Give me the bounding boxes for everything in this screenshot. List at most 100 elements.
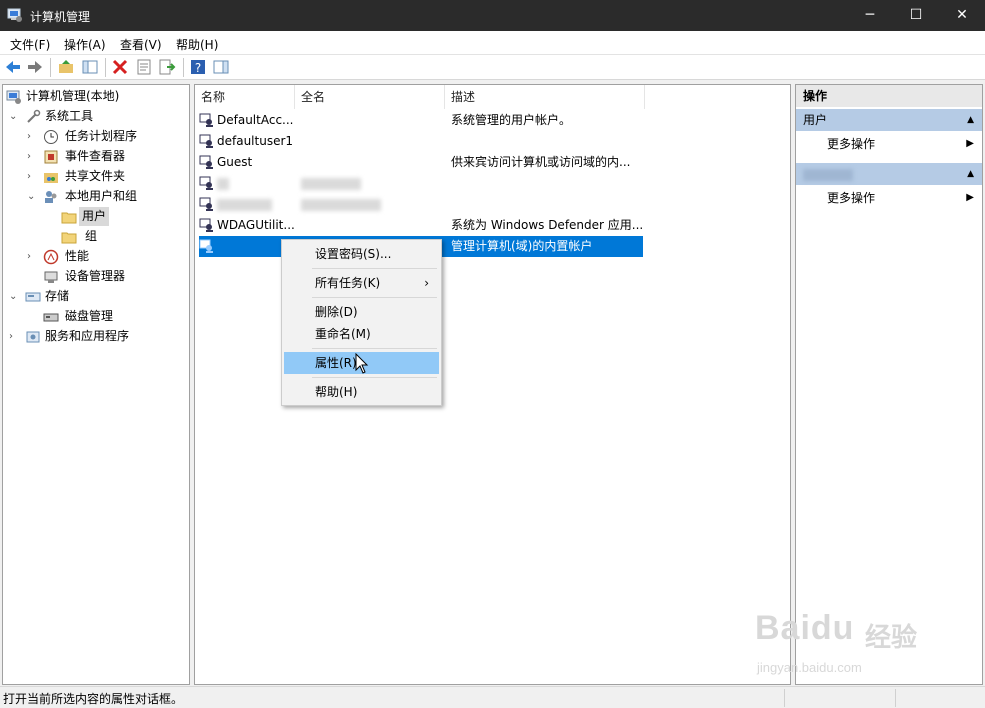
menu-all-tasks[interactable]: 所有任务(K) › — [284, 272, 439, 294]
tree-label: 计算机管理(本地) — [26, 89, 120, 103]
tree-item-device-manager[interactable]: 设备管理器 — [27, 267, 187, 286]
status-bar: 打开当前所选内容的属性对话框。 — [0, 686, 985, 708]
delete-icon[interactable] — [111, 58, 129, 76]
actions-group-users[interactable]: 用户 ▲ — [796, 109, 982, 131]
user-icon — [199, 155, 213, 169]
minimize-button[interactable]: ─ — [847, 0, 893, 31]
tools-icon — [27, 109, 41, 123]
tree-label: 系统工具 — [45, 109, 94, 123]
list-item[interactable]: DefaultAcc... 系统管理的用户帐户。 — [199, 110, 789, 131]
tree-label: 事件查看器 — [65, 149, 126, 163]
column-header-description[interactable]: 描述 — [445, 85, 645, 109]
list-item[interactable] — [199, 194, 789, 215]
users-group-icon — [45, 191, 57, 203]
tree-item-storage[interactable]: ⌄ 存储 — [9, 287, 189, 306]
collapse-caret-icon[interactable]: ▲ — [967, 163, 974, 185]
computer-management-icon — [6, 90, 21, 104]
up-folder-icon[interactable] — [57, 58, 75, 76]
context-menu: 设置密码(S)... 所有任务(K) › 删除(D) 重命名(M) 属性(R) … — [281, 239, 442, 406]
list-item[interactable]: Guest 供来宾访问计算机或访问域的内... — [199, 152, 789, 173]
menu-help[interactable]: 帮助(H) — [284, 381, 439, 403]
user-icon — [199, 113, 213, 127]
collapsed-chevron-icon[interactable]: › — [27, 127, 39, 146]
list-item[interactable] — [199, 173, 789, 194]
collapsed-chevron-icon[interactable]: › — [27, 167, 39, 186]
group-label: 用户 — [803, 113, 828, 127]
menu-rename[interactable]: 重命名(M) — [284, 323, 439, 345]
user-icon — [199, 218, 213, 232]
user-name: Guest — [217, 155, 253, 169]
baidu-jingyan-watermark: Baidu 经验 jingyan.baidu.com — [755, 603, 935, 683]
expanded-chevron-icon[interactable]: ⌄ — [27, 187, 39, 206]
show-action-pane-icon[interactable] — [212, 58, 230, 76]
watermark-url: jingyan.baidu.com — [757, 660, 862, 675]
collapsed-chevron-icon[interactable]: › — [27, 247, 39, 266]
tree-label: 共享文件夹 — [65, 169, 126, 183]
user-name: WDAGUtilit... — [217, 218, 295, 232]
tree-item-event-viewer[interactable]: › 事件查看器 — [27, 147, 187, 166]
back-arrow-icon[interactable] — [4, 58, 22, 76]
collapse-caret-icon[interactable]: ▲ — [967, 109, 974, 131]
expanded-chevron-icon[interactable]: ⌄ — [9, 287, 21, 306]
tree-item-performance[interactable]: › 性能 — [27, 247, 187, 266]
services-icon — [26, 331, 40, 343]
collapsed-chevron-icon[interactable]: › — [27, 147, 39, 166]
shared-folder-icon — [44, 173, 58, 183]
menu-help[interactable]: 帮助(H) — [176, 36, 218, 53]
expanded-chevron-icon[interactable]: ⌄ — [9, 107, 21, 126]
actions-title: 操作 — [796, 85, 982, 107]
user-description: 系统管理的用户帐户。 — [451, 113, 572, 127]
tree-item-users[interactable]: 用户 — [61, 207, 141, 226]
redacted-user-name — [217, 173, 229, 194]
tree-item-task-scheduler[interactable]: › 任务计划程序 — [27, 127, 187, 146]
menu-delete[interactable]: 删除(D) — [284, 301, 439, 323]
properties-icon[interactable] — [135, 58, 153, 76]
tree-item-root[interactable]: 计算机管理(本地) — [6, 87, 186, 106]
menu-action[interactable]: 操作(A) — [64, 36, 106, 53]
submenu-arrow-icon: ▶ — [966, 192, 974, 203]
folder-icon — [61, 232, 77, 244]
menu-set-password[interactable]: 设置密码(S)... — [284, 243, 439, 265]
tree-item-services-apps[interactable]: › 服务和应用程序 — [9, 327, 189, 346]
tree-item-groups[interactable]: 组 — [61, 227, 141, 246]
redacted-fullname — [301, 173, 361, 194]
close-button[interactable]: ✕ — [939, 0, 985, 31]
more-actions-2[interactable]: 更多操作 ▶ — [796, 187, 982, 209]
help-icon[interactable]: ? — [189, 58, 207, 76]
column-header-name[interactable]: 名称 — [195, 85, 295, 109]
tree-item-system-tools[interactable]: ⌄ 系统工具 — [9, 107, 189, 126]
clock-icon — [44, 130, 58, 144]
export-list-icon[interactable] — [158, 58, 176, 76]
user-icon — [199, 239, 213, 253]
column-header-fullname[interactable]: 全名 — [295, 85, 445, 109]
menu-file[interactable]: 文件(F) — [10, 36, 50, 53]
tree-item-local-users-groups[interactable]: ⌄ 本地用户和组 — [27, 187, 187, 206]
tree-item-shared-folders[interactable]: › 共享文件夹 — [27, 167, 187, 186]
more-actions-label: 更多操作 — [827, 191, 876, 205]
collapsed-chevron-icon[interactable]: › — [9, 327, 21, 346]
more-actions-label: 更多操作 — [827, 137, 876, 151]
maximize-button[interactable]: ☐ — [893, 0, 939, 31]
more-actions-1[interactable]: 更多操作 ▶ — [796, 133, 982, 155]
tree-label: 组 — [85, 229, 98, 243]
user-description: 系统为 Windows Defender 应用... — [451, 218, 644, 232]
list-item[interactable]: WDAGUtilit... 系统为 Windows Defender 应用... — [199, 215, 789, 236]
tree-item-disk-management[interactable]: 磁盘管理 — [27, 307, 187, 326]
redacted-fullname — [301, 194, 381, 215]
forward-arrow-icon[interactable] — [26, 58, 44, 76]
user-icon — [199, 134, 213, 148]
actions-group-selected[interactable]: ▲ — [796, 163, 982, 185]
computer-management-icon — [7, 8, 22, 22]
device-manager-icon — [44, 271, 58, 283]
tree-label: 磁盘管理 — [65, 309, 114, 323]
performance-icon — [43, 249, 59, 265]
show-hide-tree-icon[interactable] — [81, 58, 99, 76]
list-item[interactable]: defaultuser1 — [199, 131, 789, 152]
user-icon — [199, 197, 213, 211]
tree-label: 服务和应用程序 — [45, 329, 130, 343]
svg-text:?: ? — [195, 61, 201, 75]
user-description: 供来宾访问计算机或访问域的内... — [451, 155, 631, 169]
tree-label: 性能 — [65, 249, 90, 263]
menu-view[interactable]: 查看(V) — [120, 36, 162, 53]
mouse-cursor-icon — [355, 353, 369, 374]
